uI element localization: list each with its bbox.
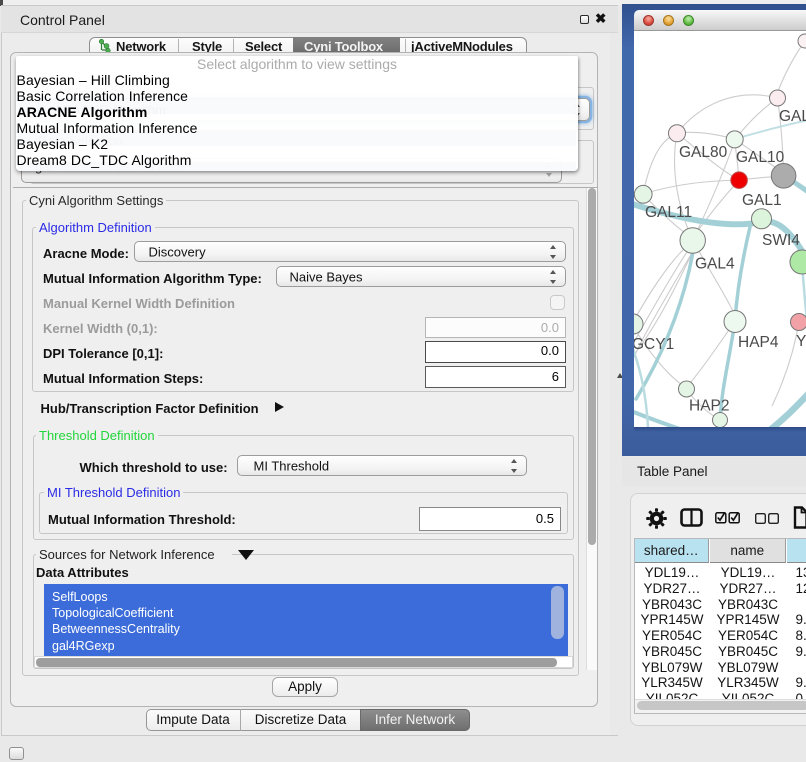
svg-text:HAP4: HAP4 bbox=[738, 334, 779, 351]
svg-text:GAL10: GAL10 bbox=[736, 149, 785, 166]
svg-text:GAL4: GAL4 bbox=[695, 256, 735, 273]
svg-text:GCY1: GCY1 bbox=[634, 336, 674, 353]
svg-text:GAL2: GAL2 bbox=[779, 108, 806, 125]
svg-text:HAP2: HAP2 bbox=[689, 398, 730, 415]
svg-text:GAL1: GAL1 bbox=[742, 192, 782, 209]
svg-text:GAL11: GAL11 bbox=[645, 204, 692, 221]
svg-text:YB: YB bbox=[796, 333, 806, 350]
svg-text:SWI4: SWI4 bbox=[762, 232, 800, 249]
svg-text:GAL80: GAL80 bbox=[679, 144, 728, 161]
